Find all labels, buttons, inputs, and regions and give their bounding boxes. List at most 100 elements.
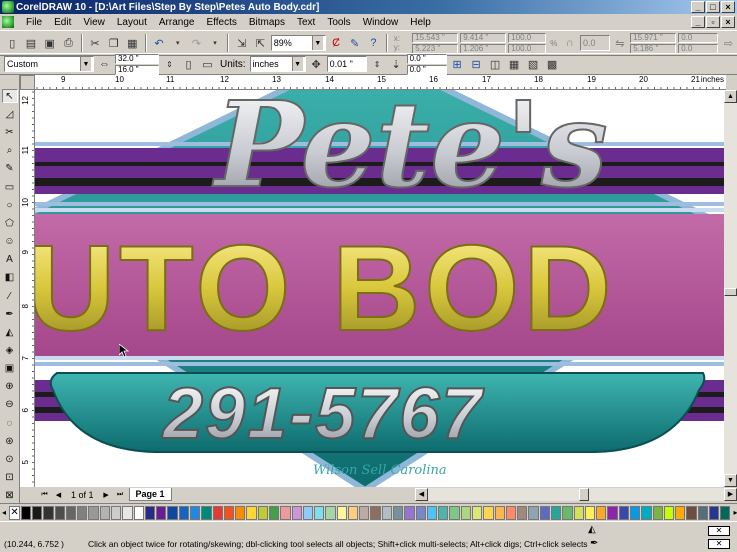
- import-icon[interactable]: ⇲: [233, 35, 250, 52]
- color-swatch-18[interactable]: [223, 505, 235, 520]
- color-swatch-3[interactable]: [54, 505, 65, 520]
- page-tab-1[interactable]: Page 1: [128, 488, 172, 501]
- snap-to-grid-icon[interactable]: ⊞: [449, 56, 466, 73]
- y-position-field[interactable]: 5.223 ": [412, 43, 459, 54]
- menu-help[interactable]: Help: [404, 17, 437, 28]
- color-swatch-5[interactable]: [77, 505, 88, 520]
- redo-icon[interactable]: ↷: [188, 35, 205, 52]
- zoom-one-shot-icon[interactable]: ◌: [2, 416, 18, 430]
- new-document-icon[interactable]: ▯: [4, 35, 21, 52]
- color-swatch-15[interactable]: [189, 505, 201, 520]
- color-swatch-17[interactable]: [212, 505, 223, 520]
- chevron-down-icon[interactable]: ▼: [80, 57, 91, 71]
- zoom-to-selection-icon[interactable]: ⊙: [2, 452, 18, 466]
- menu-text[interactable]: Text: [291, 17, 321, 28]
- menu-layout[interactable]: Layout: [111, 17, 153, 28]
- polygon-tool-icon[interactable]: ⬠: [2, 216, 18, 230]
- zoom-tool-icon[interactable]: ⌕: [2, 144, 18, 158]
- color-swatch-23[interactable]: [280, 505, 291, 520]
- color-swatch-46[interactable]: [539, 505, 550, 520]
- spinner-icon[interactable]: ⇕: [161, 56, 178, 73]
- color-swatch-62[interactable]: [720, 505, 731, 520]
- color-swatch-11[interactable]: [144, 505, 156, 520]
- color-swatch-16[interactable]: [201, 505, 212, 520]
- shape-tool-icon[interactable]: ◿: [2, 107, 18, 121]
- view-manager-icon[interactable]: ▣: [2, 362, 18, 376]
- ellipse-tool-icon[interactable]: ○: [2, 198, 18, 212]
- zoom-out-icon[interactable]: ⊖: [2, 398, 18, 412]
- undo-dropdown-icon[interactable]: ▾: [169, 35, 186, 52]
- color-swatch-12[interactable]: [156, 505, 167, 520]
- size-y2-field[interactable]: 0.0: [678, 43, 719, 54]
- color-swatch-22[interactable]: [268, 505, 280, 520]
- basic-shapes-tool-icon[interactable]: ☺: [2, 234, 18, 248]
- last-page-icon[interactable]: ⏭: [115, 489, 126, 500]
- color-swatch-40[interactable]: [472, 505, 483, 520]
- first-page-icon[interactable]: ⏮: [39, 489, 50, 500]
- drawing-canvas[interactable]: UTO BOD 291-5767 Wilson Sell Carolina Pe…: [35, 90, 726, 487]
- freehand-tool-icon[interactable]: ✎: [2, 162, 18, 176]
- color-swatch-60[interactable]: [697, 505, 708, 520]
- menu-window[interactable]: Window: [357, 17, 405, 28]
- color-swatch-21[interactable]: [257, 505, 268, 520]
- close-button[interactable]: ×: [721, 1, 735, 13]
- pos-y2-field[interactable]: 5.186 ": [630, 43, 677, 54]
- petes-script-text[interactable]: Pete's: [211, 90, 609, 215]
- palette-scroll-left-icon[interactable]: ◂: [2, 508, 9, 517]
- doc-minimize-button[interactable]: _: [691, 16, 705, 28]
- color-swatch-2[interactable]: [43, 505, 54, 520]
- color-swatch-45[interactable]: [528, 505, 539, 520]
- mirror-icon[interactable]: ⇋: [612, 35, 629, 52]
- zoom-to-fit-icon[interactable]: ⊡: [2, 471, 18, 485]
- print-icon[interactable]: ⎙: [60, 35, 77, 52]
- whats-this-icon[interactable]: ?: [365, 35, 382, 52]
- minimize-button[interactable]: _: [691, 1, 705, 13]
- color-swatch-59[interactable]: [686, 505, 697, 520]
- auto-body-text[interactable]: UTO BOD: [35, 219, 615, 357]
- vertical-scrollbar[interactable]: ▲ ▼: [724, 90, 737, 487]
- color-swatch-42[interactable]: [494, 505, 505, 520]
- size-x2-field[interactable]: 0.0: [678, 32, 719, 43]
- color-swatch-55[interactable]: [641, 505, 652, 520]
- horizontal-scroll-thumb[interactable]: [579, 488, 589, 501]
- color-swatch-38[interactable]: [449, 505, 460, 520]
- zoom-to-page-icon[interactable]: ⊛: [2, 434, 18, 448]
- artist-signature[interactable]: Wilson Sell Carolina: [313, 463, 447, 478]
- color-swatch-31[interactable]: [370, 505, 381, 520]
- fill-tool-icon[interactable]: ◭: [2, 325, 18, 339]
- color-swatch-48[interactable]: [562, 505, 573, 520]
- stripe-bottom-light[interactable]: [35, 356, 726, 360]
- color-swatch-35[interactable]: [415, 505, 426, 520]
- dup-y-field[interactable]: 0.0 ": [406, 64, 447, 75]
- copy-icon[interactable]: ❐: [105, 35, 122, 52]
- color-swatch-10[interactable]: [133, 505, 144, 520]
- color-swatch-44[interactable]: [517, 505, 528, 520]
- menu-view[interactable]: View: [77, 17, 111, 28]
- scroll-down-button[interactable]: ▼: [724, 474, 737, 487]
- portrait-icon[interactable]: ▯: [180, 56, 197, 73]
- color-swatch-7[interactable]: [99, 505, 110, 520]
- dup-x-field[interactable]: 0.0 ": [406, 53, 447, 64]
- menu-arrange[interactable]: Arrange: [153, 17, 201, 28]
- color-swatch-20[interactable]: [246, 505, 257, 520]
- menu-tools[interactable]: Tools: [321, 17, 356, 28]
- color-swatch-32[interactable]: [381, 505, 393, 520]
- lock-ratio-icon[interactable]: ∩: [561, 35, 578, 52]
- color-swatch-57[interactable]: [663, 505, 675, 520]
- cut-icon[interactable]: ✂: [87, 35, 104, 52]
- color-swatch-58[interactable]: [675, 505, 686, 520]
- color-swatch-0[interactable]: [20, 505, 32, 520]
- scroll-right-button[interactable]: ▶: [724, 488, 737, 501]
- chevron-down-icon[interactable]: ▼: [291, 57, 303, 71]
- options-icon[interactable]: ▩: [544, 56, 561, 73]
- color-swatch-53[interactable]: [618, 505, 629, 520]
- treat-as-filled-icon[interactable]: ▦: [506, 56, 523, 73]
- scroll-left-button[interactable]: ◀: [415, 488, 428, 501]
- page-height-field[interactable]: 16.0 ": [115, 64, 159, 75]
- outline-tool-icon[interactable]: ✒: [2, 307, 18, 321]
- vertical-ruler[interactable]: 12 11 10 9 8 7 6 5: [20, 90, 35, 487]
- pos-x2-field[interactable]: 15.971 ": [630, 32, 677, 43]
- scale-x-field[interactable]: 100.0: [508, 32, 547, 43]
- text-tool-icon[interactable]: A: [2, 253, 18, 267]
- zoom-level-dropdown[interactable]: 89% ▼: [270, 35, 326, 51]
